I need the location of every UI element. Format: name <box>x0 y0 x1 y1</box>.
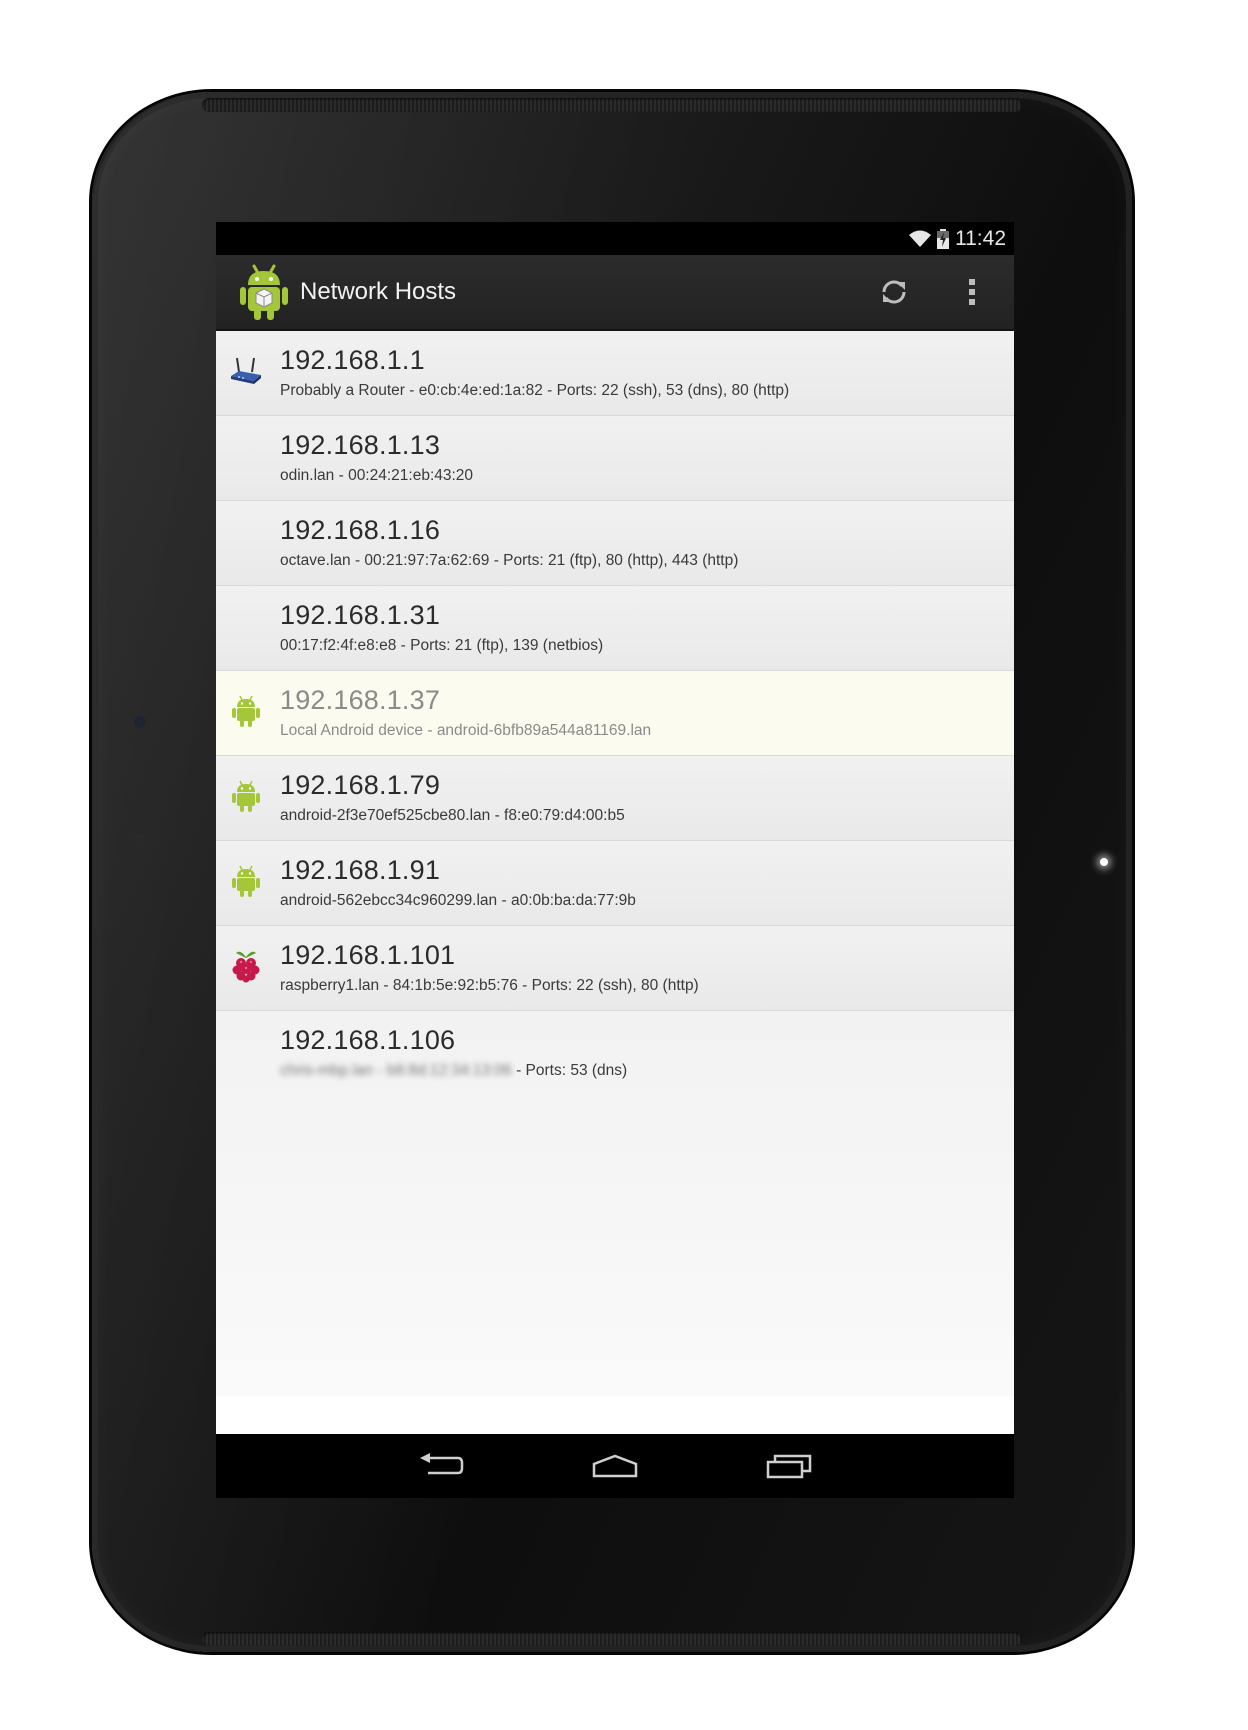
back-icon <box>420 1453 464 1475</box>
host-row-local-device[interactable]: 192.168.1.37 Local Android device - andr… <box>216 671 1014 756</box>
host-details: 00:17:f2:4f:e8:e8 - Ports: 21 (ftp), 139… <box>280 637 604 654</box>
recents-icon <box>766 1454 812 1479</box>
wifi-icon <box>909 230 931 248</box>
bottom-speaker-grille <box>202 1632 1022 1646</box>
navigation-bar <box>216 1434 1014 1498</box>
host-ip: 192.168.1.13 <box>280 430 441 460</box>
host-ip: 192.168.1.91 <box>280 855 441 885</box>
host-ip: 192.168.1.79 <box>280 770 441 800</box>
host-row[interactable]: 192.168.1.1 Probably a Router - e0:cb:4e… <box>216 331 1014 416</box>
host-row[interactable]: 192.168.1.91 android-562ebcc34c960299.la… <box>216 841 1014 926</box>
back-button[interactable] <box>409 1446 473 1486</box>
host-row[interactable]: 192.168.1.101 raspberry1.lan - 84:1b:5e:… <box>216 926 1014 1011</box>
host-details: Probably a Router - e0:cb:4e:ed:1a:82 - … <box>280 382 790 399</box>
host-details: octave.lan - 00:21:97:7a:62:69 - Ports: … <box>280 552 739 569</box>
android-icon <box>228 863 264 899</box>
host-ip: 192.168.1.106 <box>280 1025 456 1055</box>
refresh-icon <box>882 280 906 304</box>
action-bar: Network Hosts <box>216 255 1014 331</box>
host-details: android-562ebcc34c960299.lan - a0:0b:ba:… <box>280 892 636 909</box>
notification-led <box>1100 858 1108 866</box>
host-details: android-2f3e70ef525cbe80.lan - f8:e0:79:… <box>280 807 625 824</box>
status-time: 11:42 <box>955 226 1006 250</box>
host-ip: 192.168.1.1 <box>280 345 425 375</box>
blurred-hostname: chris-mbp.lan - b8:8d:12:34:13:06 <box>280 1062 512 1079</box>
overflow-menu-icon <box>969 279 975 305</box>
host-details: chris-mbp.lan - b8:8d:12:34:13:06 - Port… <box>280 1062 627 1080</box>
home-button[interactable] <box>583 1446 647 1486</box>
host-row[interactable]: 192.168.1.16 octave.lan - 00:21:97:7a:62… <box>216 501 1014 586</box>
battery-icon <box>937 228 949 249</box>
host-list: 192.168.1.1 Probably a Router - e0:cb:4e… <box>216 331 1014 1396</box>
host-row[interactable]: 192.168.1.31 00:17:f2:4f:e8:e8 - Ports: … <box>216 586 1014 671</box>
host-details: Local Android device - android-6bfb89a54… <box>280 722 652 739</box>
recents-button[interactable] <box>757 1446 821 1486</box>
host-ports: - Ports: 53 (dns) <box>511 1062 628 1079</box>
host-details: raspberry1.lan - 84:1b:5e:92:b5:76 - Por… <box>280 977 699 994</box>
host-row[interactable]: 192.168.1.79 android-2f3e70ef525cbe80.la… <box>216 756 1014 841</box>
home-icon <box>592 1454 638 1478</box>
host-ip: 192.168.1.101 <box>280 940 456 970</box>
light-sensor <box>135 833 144 842</box>
app-title: Network Hosts <box>300 278 457 305</box>
host-details: odin.lan - 00:24:21:eb:43:20 <box>280 467 474 484</box>
android-icon <box>228 778 264 814</box>
host-ip: 192.168.1.31 <box>280 600 441 630</box>
android-app-icon[interactable] <box>238 263 290 321</box>
host-ip: 192.168.1.37 <box>280 685 441 715</box>
status-bar: 11:42 <box>216 222 1014 255</box>
refresh-button[interactable] <box>866 264 922 320</box>
top-speaker-grille <box>202 98 1022 112</box>
host-row[interactable]: 192.168.1.13 odin.lan - 00:24:21:eb:43:2… <box>216 416 1014 501</box>
host-ip: 192.168.1.16 <box>280 515 441 545</box>
overflow-menu-button[interactable] <box>944 264 1000 320</box>
stage: 11:42 Network Hosts 192.168.1.1 Probably… <box>0 0 1248 1730</box>
front-camera <box>134 716 146 728</box>
host-row[interactable]: 192.168.1.106 chris-mbp.lan - b8:8d:12:3… <box>216 1011 1014 1096</box>
raspberry-pi-icon <box>228 948 264 984</box>
android-icon <box>228 693 264 729</box>
screen: 11:42 Network Hosts 192.168.1.1 Probably… <box>216 222 1014 1498</box>
router-icon <box>228 353 264 389</box>
